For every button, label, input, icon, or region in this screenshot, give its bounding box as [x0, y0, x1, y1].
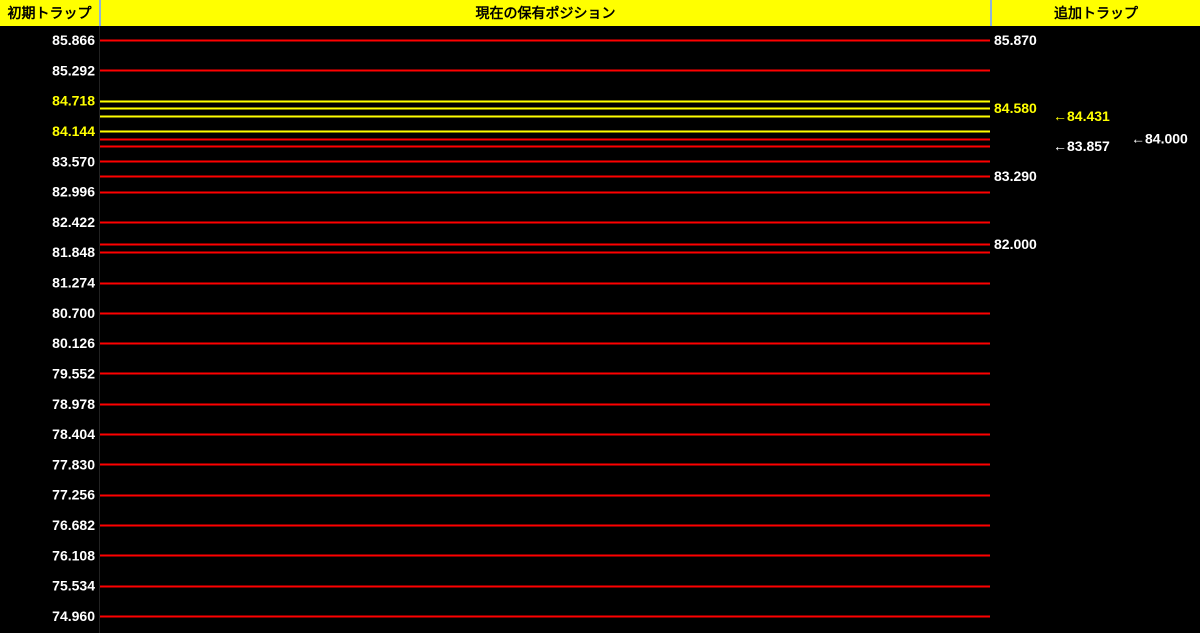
- additional-trap-label: 85.870: [994, 32, 1037, 48]
- initial-trap-label: 85.866: [52, 32, 95, 48]
- initial-trap-label: 76.682: [52, 517, 95, 533]
- initial-trap-label: 84.144: [52, 123, 95, 139]
- initial-trap-label: 75.534: [52, 578, 95, 594]
- initial-trap-label: 77.830: [52, 456, 95, 472]
- initial-trap-label: 84.718: [52, 93, 95, 109]
- additional-trap-label: ←84.431: [1053, 108, 1110, 124]
- additional-trap-label: 82.000: [994, 236, 1037, 252]
- initial-trap-label: 83.570: [52, 153, 95, 169]
- additional-trap-label: ←83.857: [1053, 138, 1110, 154]
- additional-trap-label: ←84.000: [1131, 131, 1188, 147]
- initial-trap-label: 78.404: [52, 426, 95, 442]
- initial-trap-label: 80.126: [52, 335, 95, 351]
- additional-trap-label: 83.290: [994, 168, 1037, 184]
- initial-trap-label: 77.256: [52, 487, 95, 503]
- initial-trap-label: 76.108: [52, 547, 95, 563]
- initial-trap-label: 80.700: [52, 305, 95, 321]
- spreadsheet-area: 初期トラップ 現在の保有ポジション 追加トラップ 85.866 85.292 84.…: [0, 0, 1200, 633]
- initial-trap-label: 81.848: [52, 244, 95, 260]
- initial-trap-label: 79.552: [52, 365, 95, 381]
- additional-trap-label: 84.580: [994, 100, 1037, 116]
- trap-chart: 85.866 85.292 84.718 84.144 83.570 82.996 82.4…: [52, 32, 1188, 624]
- initial-trap-label: 85.292: [52, 62, 95, 78]
- initial-trap-label: 78.978: [52, 396, 95, 412]
- initial-trap-label: 74.960: [52, 608, 95, 624]
- initial-trap-label: 81.274: [52, 275, 95, 291]
- initial-trap-label: 82.422: [52, 214, 95, 230]
- initial-trap-label: 82.996: [52, 184, 95, 200]
